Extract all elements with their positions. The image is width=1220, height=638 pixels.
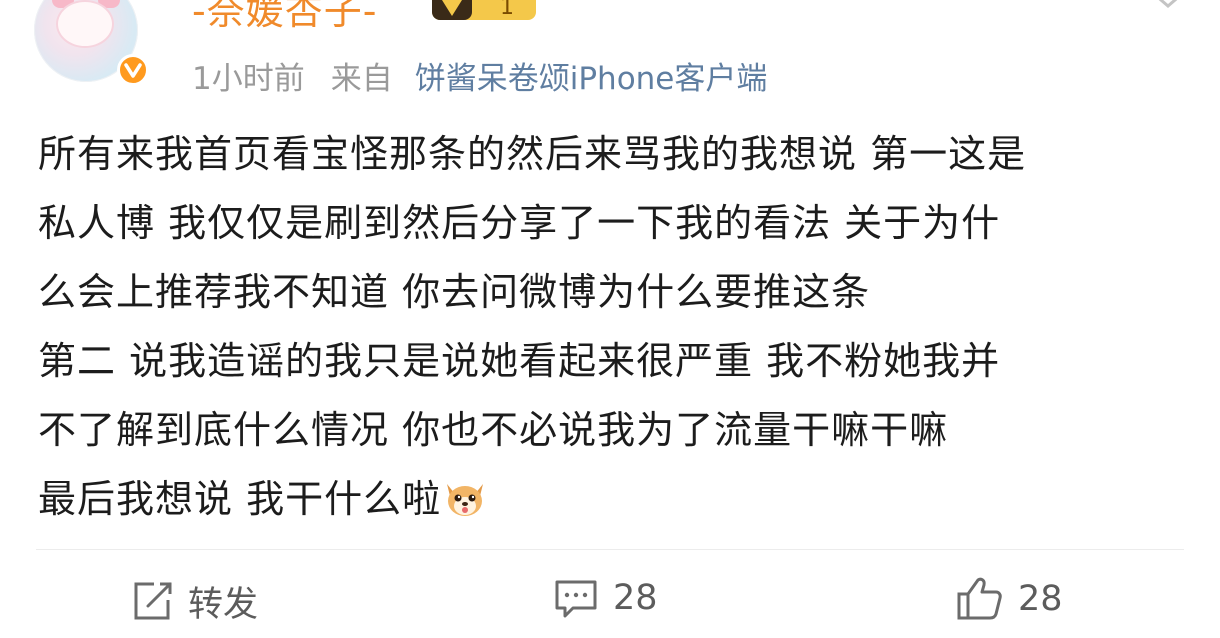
repost-icon xyxy=(134,582,172,619)
source-link[interactable]: 饼酱呆卷颂iPhone客户端 xyxy=(415,61,768,97)
content-line-text: 最后我想说 我干什么啦 xyxy=(38,477,442,521)
chevron-down-icon[interactable] xyxy=(1150,0,1186,18)
comment-count: 28 xyxy=(613,578,658,618)
content-line-last: 最后我想说 我干什么啦 xyxy=(38,465,1198,534)
comment-icon xyxy=(555,580,597,618)
content-line: 私人博 我仅仅是刷到然后分享了一下我的看法 关于为什 xyxy=(38,201,1001,245)
post-header: -奈媛杏子- 1 1小时前 来自 饼酱呆卷颂iPhone客户端 xyxy=(0,0,1220,110)
avatar-face xyxy=(58,2,112,46)
content-line: 所有来我首页看宝怪那条的然后来骂我的我想说 第一这是 xyxy=(38,132,1027,176)
like-count: 28 xyxy=(1018,579,1063,619)
verified-v-icon xyxy=(117,54,149,86)
dog-face-emoji xyxy=(443,471,487,540)
content-line: 不了解到底什么情况 你也不必说我为了流量干嘛干嘛 xyxy=(38,408,949,452)
content-line: 第二 说我造谣的我只是说她看起来很严重 我不粉她我并 xyxy=(38,339,1001,383)
post-meta: 1小时前 来自 饼酱呆卷颂iPhone客户端 xyxy=(192,53,767,98)
like-thumb-icon xyxy=(957,577,1002,620)
level-badge-icon: 1 xyxy=(430,0,538,22)
post-time: 1小时前 xyxy=(192,61,305,97)
like-button[interactable]: 28 xyxy=(956,576,1063,622)
from-label: 来自 xyxy=(330,61,393,97)
level-badge-text: 1 xyxy=(500,0,514,20)
action-bar: 转发 28 28 xyxy=(0,550,1220,638)
repost-label: 转发 xyxy=(188,585,259,625)
comment-button[interactable]: 28 xyxy=(553,576,658,620)
repost-button[interactable]: 转发 xyxy=(130,576,258,627)
username[interactable]: -奈媛杏子- xyxy=(192,0,377,35)
post-content: 所有来我首页看宝怪那条的然后来骂我的我想说 第一这是 私人博 我仅仅是刷到然后分… xyxy=(38,120,1198,534)
content-line: 么会上推荐我不知道 你去问微博为什么要推这条 xyxy=(38,270,871,314)
